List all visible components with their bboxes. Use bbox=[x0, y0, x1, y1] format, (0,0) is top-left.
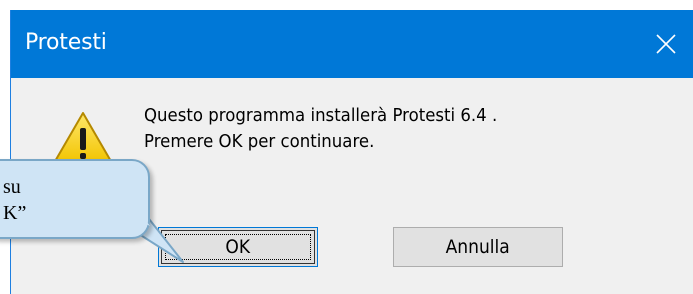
close-icon bbox=[656, 34, 676, 54]
title-bar[interactable]: Protesti bbox=[11, 10, 693, 78]
ok-button[interactable]: OK bbox=[158, 227, 318, 267]
callout-text-line-2: K” bbox=[3, 202, 27, 224]
installer-dialog: Protesti Questo programma installerà Pro… bbox=[10, 10, 693, 294]
warning-icon bbox=[53, 112, 113, 164]
cancel-button[interactable]: Annulla bbox=[393, 227, 563, 267]
cancel-button-label: Annulla bbox=[445, 236, 511, 258]
ok-button-label: OK bbox=[225, 236, 251, 258]
message-line-2: Premere OK per continuare. bbox=[144, 131, 375, 152]
screenshot-stage: Protesti Questo programma installerà Pro… bbox=[0, 0, 693, 294]
dialog-message: Questo programma installerà Protesti 6.4… bbox=[144, 103, 497, 155]
message-line-1: Questo programma installerà Protesti 6.4… bbox=[144, 105, 498, 126]
callout-bubble bbox=[0, 159, 150, 239]
window-title: Protesti bbox=[25, 30, 107, 55]
callout-text-line-1: su bbox=[3, 176, 21, 198]
close-button[interactable] bbox=[634, 10, 693, 78]
